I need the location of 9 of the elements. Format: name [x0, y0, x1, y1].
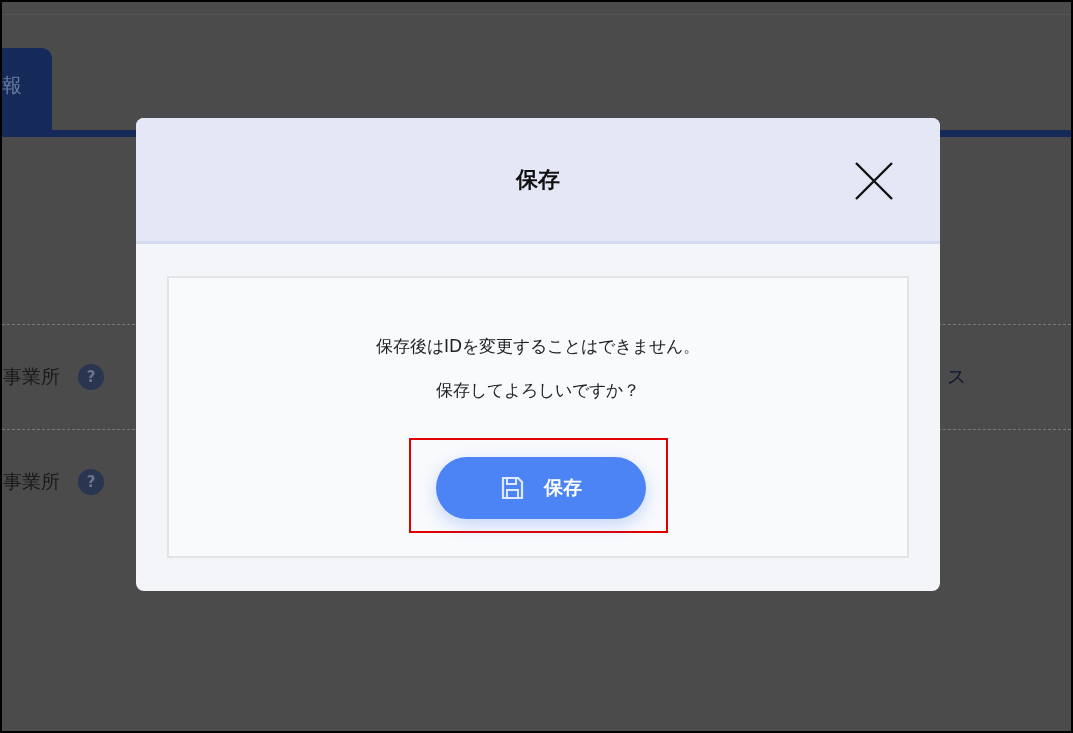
save-button[interactable]: 保存	[435, 457, 646, 519]
help-badge[interactable]: ?	[78, 364, 104, 390]
field-value: ス	[947, 364, 966, 389]
close-icon[interactable]	[855, 162, 893, 200]
message-text: 保存後はIDを変更することはできません。	[375, 335, 701, 358]
message-text: 保存してよろしいですか？	[436, 379, 640, 402]
tab[interactable]: 報	[2, 48, 52, 130]
help-badge[interactable]: ?	[78, 469, 104, 495]
dialog-title: 保存	[516, 165, 560, 194]
